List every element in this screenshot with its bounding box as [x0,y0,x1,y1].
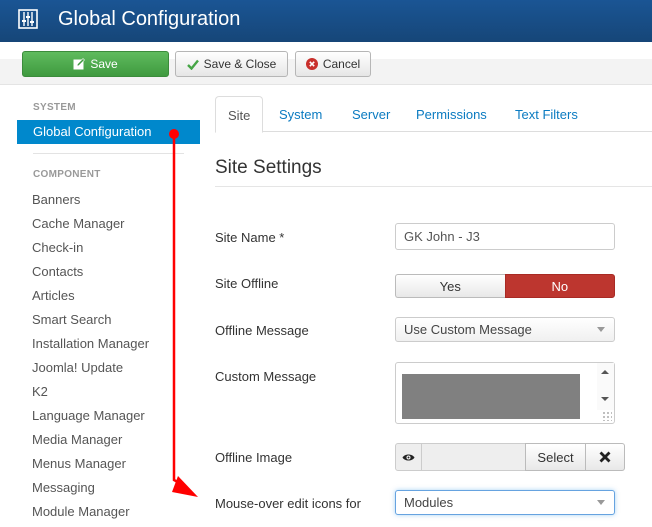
equalizer-sliders-icon [18,9,38,29]
page-header: Global Configuration [0,0,652,42]
close-x-icon [599,451,611,463]
sidebar-item-banners[interactable]: Banners [32,192,80,207]
tab-site[interactable]: Site [215,96,264,133]
cancel-button[interactable]: Cancel [295,51,371,77]
config-tabs: Site System Server Permissions Text Filt… [215,96,652,133]
sidebar-item-module-manager[interactable]: Module Manager [32,504,130,519]
arrow-line [172,134,186,488]
sidebar-item-media-manager[interactable]: Media Manager [32,432,122,447]
offline-message-select[interactable]: Use Custom Message [395,317,615,342]
sidebar-item-k2[interactable]: K2 [32,384,48,399]
sidebar-item-check-in[interactable]: Check-in [32,240,83,255]
sidebar-item-messaging[interactable]: Messaging [32,480,95,495]
cancel-label: Cancel [322,57,361,71]
offline-image-label: Offline Image [215,450,293,465]
custom-message-label: Custom Message [215,369,317,384]
chevron-down-icon [597,327,605,332]
sidebar-item-language-manager[interactable]: Language Manager [32,408,145,423]
sidebar-item-menus-manager[interactable]: Menus Manager [32,456,126,471]
save-and-close-button[interactable]: Save & Close [175,51,288,77]
sidebar-item-smart-search[interactable]: Smart Search [32,312,111,327]
sidebar-item-cache-manager[interactable]: Cache Manager [32,216,125,231]
section-divider [215,186,652,187]
eye-icon [402,454,415,460]
tab-permissions[interactable]: Permissions [416,96,487,132]
save-label: Save [90,57,118,71]
mouseover-edit-icons-select[interactable]: Modules [395,490,615,515]
tab-text-filters[interactable]: Text Filters [515,96,578,132]
resize-grip-icon[interactable] [602,411,612,421]
checkmark-icon [186,59,199,70]
scroll-down-icon[interactable] [601,397,609,401]
site-offline-toggle: Yes No [395,274,615,298]
offline-image-field: Select [395,443,625,471]
site-name-input[interactable] [395,223,615,250]
sidebar-item-articles[interactable]: Articles [32,288,75,303]
tab-system[interactable]: System [279,96,322,132]
chevron-down-icon [597,500,605,505]
image-path-input[interactable] [422,443,525,471]
sidebar-item-contacts[interactable]: Contacts [32,264,83,279]
site-name-label: Site Name * [215,230,285,245]
scroll-up-icon[interactable] [601,370,609,374]
site-offline-no-option[interactable]: No [504,274,615,298]
page-title: Global Configuration [58,8,241,30]
save-button[interactable]: Save [22,51,169,77]
section-title: Site Settings [215,157,322,178]
site-offline-yes-option[interactable]: Yes [395,274,505,298]
offline-message-value: Use Custom Message [404,322,532,337]
cancel-circle-icon [305,58,318,70]
toolbar: Save Save & Close Cancel [0,42,652,85]
image-preview-button[interactable] [395,443,422,471]
custom-message-textarea[interactable] [395,362,615,424]
mouseover-edit-icons-value: Modules [404,495,454,510]
site-offline-label: Site Offline [215,276,279,291]
save-and-close-label: Save & Close [203,57,277,71]
textarea-scrollbar[interactable] [597,363,614,410]
sidebar-heading-system: SYSTEM [33,102,76,113]
sidebar-item-global-configuration[interactable]: Global Configuration [17,120,200,144]
sidebar-divider [33,153,184,154]
image-select-button[interactable]: Select [525,443,586,471]
redacted-content [402,374,580,419]
mouseover-edit-icons-label: Mouse-over edit icons for [215,496,361,511]
image-clear-button[interactable] [586,443,625,471]
sidebar-item-joomla-update[interactable]: Joomla! Update [32,360,123,375]
tab-server[interactable]: Server [352,96,390,132]
arrow-head [172,476,198,497]
edit-icon [73,58,86,70]
sidebar-item-installation-manager[interactable]: Installation Manager [32,336,149,351]
sidebar-heading-component: COMPONENT [33,169,101,180]
offline-message-label: Offline Message [215,323,309,338]
